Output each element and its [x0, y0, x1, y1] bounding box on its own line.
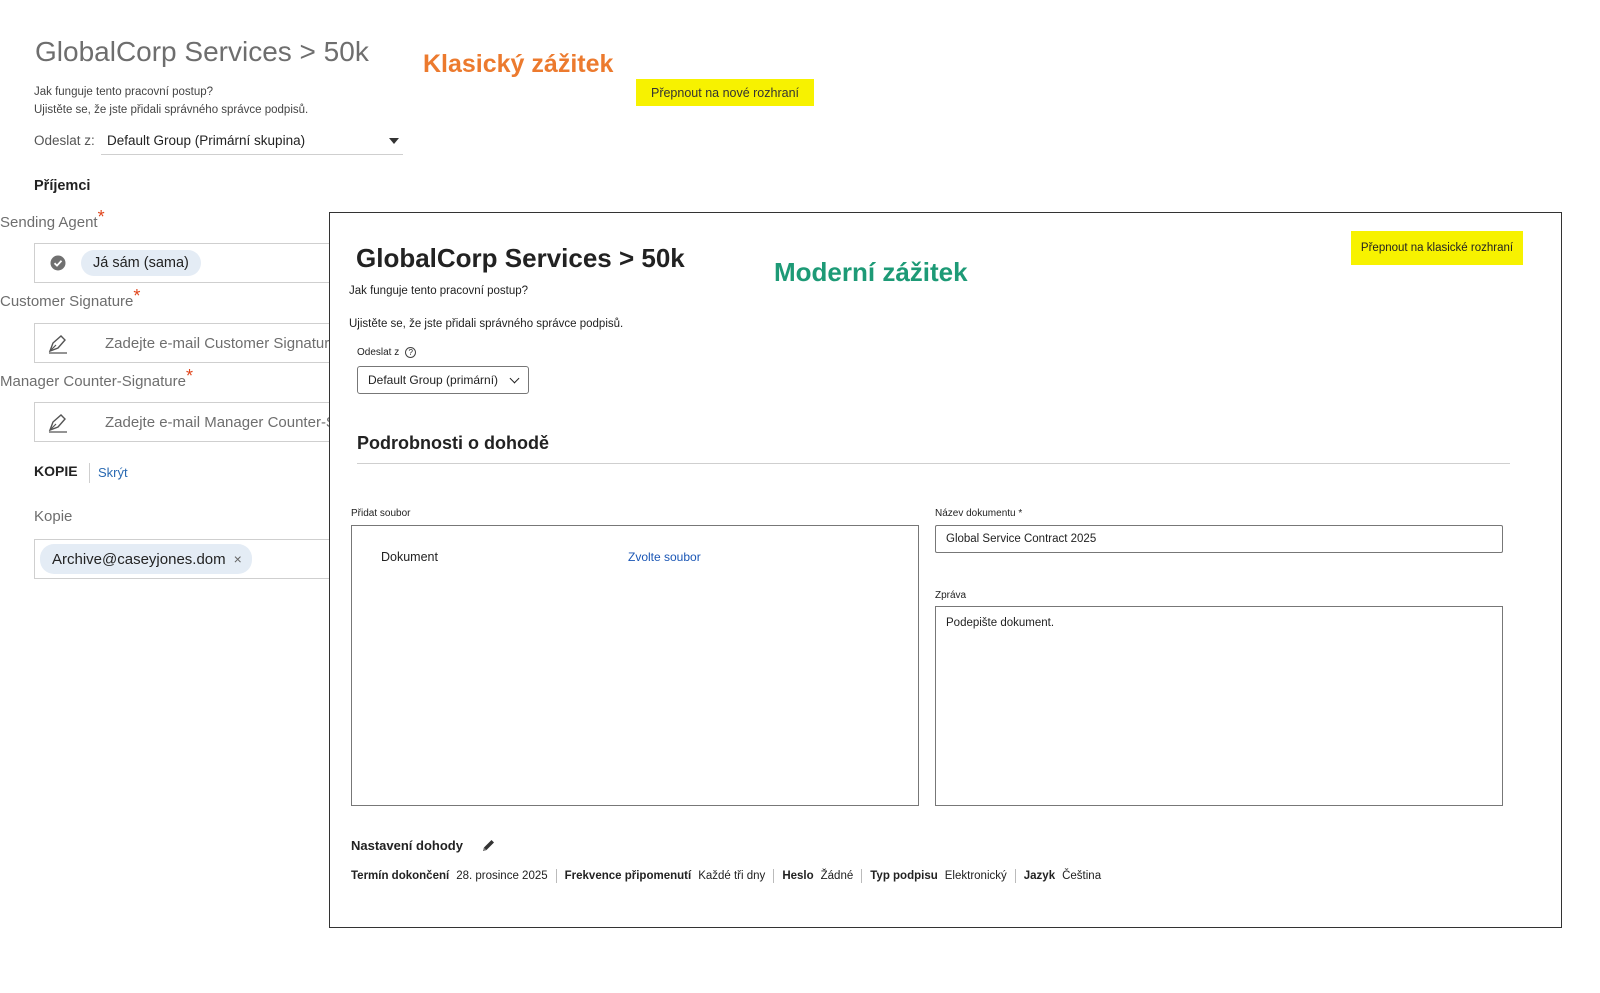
add-file-label: Přidat soubor — [351, 508, 411, 519]
modern-page-title: GlobalCorp Services > 50k — [356, 243, 685, 273]
agreement-settings-heading: Nastavení dohody — [351, 838, 496, 853]
pen-icon — [35, 411, 81, 433]
pencil-icon[interactable] — [481, 838, 496, 853]
meta-separator — [1014, 869, 1016, 883]
modern-experience-tag: Moderní zážitek — [774, 257, 968, 287]
sending-agent-field[interactable]: Já sám (sama) — [34, 243, 334, 283]
classic-send-from-label: Odeslat z: — [34, 133, 95, 148]
language-value: Čeština — [1062, 870, 1102, 882]
document-label: Dokument — [381, 550, 438, 564]
help-icon[interactable]: ? — [405, 347, 417, 358]
classic-send-from-select[interactable]: Default Group (Primární skupina) — [101, 127, 403, 155]
classic-help-line-1: Jak funguje tento pracovní postup? — [34, 86, 214, 98]
modern-send-from-value: Default Group (primární) — [368, 373, 499, 387]
recipients-heading: Příjemci — [34, 178, 91, 194]
classic-page-title: GlobalCorp Services > 50k — [35, 36, 369, 67]
document-name-label: Název dokumentu * — [935, 508, 1023, 519]
copies-heading: KOPIE — [34, 463, 78, 479]
caret-down-icon — [389, 137, 399, 144]
switch-to-classic-ui-button[interactable]: Přepnout na klasické rozhraní — [1351, 231, 1523, 265]
section-divider — [357, 463, 1510, 464]
signature-type-key: Typ podpisu — [870, 870, 938, 882]
cc-email-pill: Archive@caseyjones.dom × — [40, 544, 252, 574]
chevron-down-icon — [509, 373, 520, 383]
modern-send-from-label: Odeslat z ? — [357, 347, 417, 358]
modern-send-from-select[interactable]: Default Group (primární) — [357, 366, 529, 394]
meta-separator — [555, 869, 557, 883]
sending-agent-label: Sending Agent* — [0, 207, 105, 231]
meta-separator — [861, 869, 863, 883]
customer-signature-input[interactable]: Zadejte e-mail Customer Signature — [34, 323, 334, 363]
message-label: Zpráva — [935, 590, 967, 601]
deadline-value: 28. prosince 2025 — [456, 870, 548, 882]
manager-signature-placeholder: Zadejte e-mail Manager Counter-Signature — [105, 413, 334, 431]
modern-help-line-1: Jak funguje tento pracovní postup? — [349, 285, 529, 297]
sending-agent-pill: Já sám (sama) — [81, 250, 201, 276]
password-key: Heslo — [782, 870, 814, 882]
signature-type-value: Elektronický — [944, 870, 1007, 882]
pen-icon — [35, 332, 81, 354]
agreement-details-heading: Podrobnosti o dohodě — [357, 433, 549, 453]
file-drop-area[interactable] — [351, 525, 919, 806]
message-textarea[interactable]: Podepište dokument. — [935, 606, 1503, 806]
copies-divider — [89, 463, 90, 483]
modern-help-line-2: Ujistěte se, že jste přidali správného s… — [349, 318, 624, 330]
document-name-input[interactable] — [935, 525, 1503, 553]
switch-to-new-ui-button[interactable]: Přepnout na nové rozhraní — [636, 79, 814, 106]
cc-email-value: Archive@caseyjones.dom — [52, 550, 226, 568]
hide-copies-link[interactable]: Skrýt — [98, 465, 128, 480]
check-circle-icon — [35, 255, 81, 271]
language-key: Jazyk — [1023, 870, 1056, 882]
manager-signature-label: Manager Counter-Signature* — [0, 366, 193, 390]
classic-experience-tag: Klasický zážitek — [423, 50, 614, 78]
agreement-settings-summary: Termín dokončení 28. prosince 2025 Frekv… — [351, 869, 1101, 883]
classic-help-line-2: Ujistěte se, že jste přidali správného s… — [34, 104, 309, 116]
choose-file-link[interactable]: Zvolte soubor — [628, 550, 701, 564]
remove-cc-icon[interactable]: × — [234, 551, 242, 567]
reminder-key: Frekvence připomenutí — [564, 870, 692, 882]
customer-signature-placeholder: Zadejte e-mail Customer Signature — [105, 334, 334, 352]
cc-field[interactable]: Archive@caseyjones.dom × — [34, 539, 334, 579]
password-value: Žádné — [820, 870, 854, 882]
deadline-key: Termín dokončení — [351, 870, 450, 882]
customer-signature-label: Customer Signature* — [0, 286, 141, 310]
meta-separator — [773, 869, 775, 883]
cc-label: Kopie — [34, 508, 73, 525]
manager-signature-input[interactable]: Zadejte e-mail Manager Counter-Signature — [34, 402, 334, 442]
reminder-value: Každé tři dny — [698, 870, 766, 882]
classic-send-from-value: Default Group (Primární skupina) — [107, 133, 306, 148]
